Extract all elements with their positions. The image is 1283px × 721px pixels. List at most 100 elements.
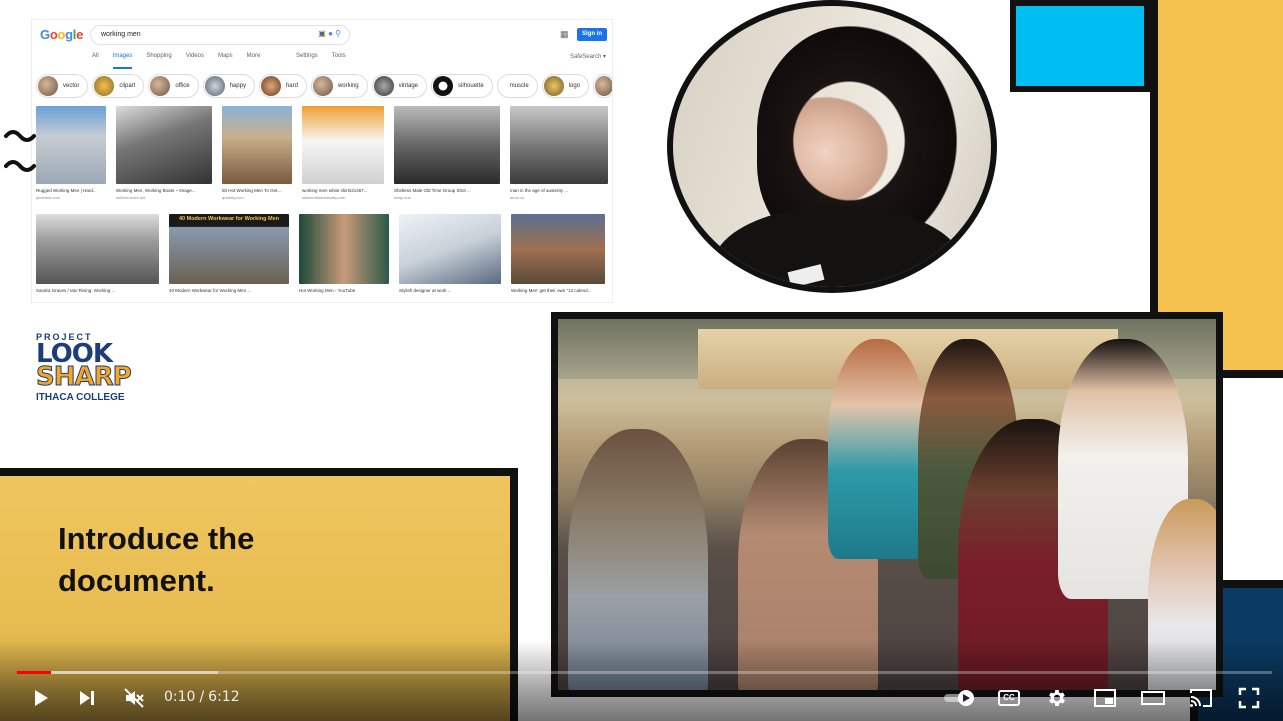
apps-grid-icon: ▦	[560, 29, 569, 39]
progress-bar[interactable]	[17, 671, 1272, 674]
settings-link: Settings	[296, 53, 318, 59]
mute-button[interactable]	[120, 684, 148, 712]
google-image-search-screenshot: Google working men ▣ ● ⚲ ▦ Sign in All I…	[32, 20, 612, 302]
next-button[interactable]	[73, 684, 101, 712]
chip-thumbnail	[312, 76, 333, 96]
chip-thumbnail	[595, 76, 612, 96]
chip: working	[310, 74, 368, 98]
miniplayer-button[interactable]	[1091, 684, 1119, 712]
result-thumbnail	[36, 106, 106, 184]
tools-link: Tools	[331, 53, 346, 59]
volume-muted-icon	[124, 688, 144, 708]
chip: clipart	[92, 74, 145, 98]
chip-thumbnail	[373, 76, 394, 96]
image-result: Working Men' get their own "12 calend...	[511, 214, 605, 293]
search-query: working men	[101, 31, 141, 38]
image-result: working men white shirts21467... kelshea…	[302, 106, 384, 200]
image-result: 50 Hot Working Men To Get... queerty.com	[222, 106, 292, 200]
slide-heading: Introduce the document.	[58, 518, 478, 602]
result-thumbnail	[116, 106, 212, 184]
presenter-video-circle	[667, 0, 997, 293]
video-frame[interactable]: Google working men ▣ ● ⚲ ▦ Sign in All I…	[0, 0, 1283, 721]
result-thumbnail: 40 Modern Workwear for Working Men	[169, 214, 289, 284]
image-result: Working Men, Working Boats ~ Image... mi…	[116, 106, 212, 200]
google-tools: Settings Tools	[296, 53, 346, 59]
sign-in-button: Sign in	[577, 28, 607, 41]
theater-mode-icon	[1141, 691, 1165, 705]
chip-thumbnail	[94, 76, 115, 96]
chip-partial	[593, 74, 612, 98]
skip-next-icon	[80, 691, 94, 705]
microphone-icon: ●	[328, 29, 333, 38]
chip-thumbnail	[543, 76, 564, 96]
tab-shopping: Shopping	[146, 53, 172, 59]
captions-button[interactable]: CC	[994, 684, 1024, 712]
project-look-sharp-logo: PROJECT LOOK SHARP ITHACA COLLEGE	[36, 332, 146, 412]
autoplay-toggle[interactable]	[940, 684, 980, 712]
chip: happy	[202, 74, 255, 98]
search-icon: ⚲	[335, 29, 341, 38]
image-results-row-1: Rugged Working Men | Hard... pinterest.c…	[36, 106, 608, 200]
chip: silhouette	[431, 74, 493, 98]
logo-college-text: ITHACA COLLEGE	[36, 392, 125, 403]
play-icon	[35, 690, 48, 706]
image-result: man in the age of austerity ... aeon.co	[510, 106, 608, 200]
miniplayer-icon	[1094, 689, 1116, 707]
fullscreen-icon	[1238, 687, 1260, 709]
student-redhead	[828, 339, 928, 559]
chip: muscle	[496, 74, 538, 98]
google-search-box: working men ▣ ● ⚲	[90, 25, 350, 45]
cast-icon	[1190, 689, 1212, 707]
chip-thumbnail	[38, 76, 58, 96]
progress-played	[17, 671, 51, 674]
heading-line-1: Introduce the	[58, 521, 255, 556]
result-thumbnail	[302, 106, 384, 184]
thumbnail-banner-text: 40 Modern Workwear for Working Men	[178, 216, 280, 222]
chip: vintage	[371, 74, 428, 98]
chip: hard	[258, 74, 307, 98]
chip: logo	[541, 74, 590, 98]
time-display: 0:10/6:12	[164, 689, 240, 705]
chip-thumbnail	[433, 76, 454, 96]
google-logo: Google	[40, 27, 84, 42]
tab-all: All	[92, 53, 99, 59]
play-button[interactable]	[26, 684, 54, 712]
cyan-block	[1010, 0, 1150, 92]
autoplay-icon	[944, 690, 974, 706]
google-header: Google working men ▣ ● ⚲ ▦ Sign in	[32, 20, 612, 50]
tab-images: Images	[112, 53, 133, 69]
duration: 6:12	[208, 689, 240, 705]
image-result: Rugged Working Men | Hard... pinterest.c…	[36, 106, 106, 200]
image-result: Stylish designer at work ...	[399, 214, 501, 293]
image-result: Sandra Graves / Iato Rising: Working ...	[36, 214, 159, 293]
tab-maps: Maps	[217, 53, 233, 59]
fullscreen-button[interactable]	[1235, 684, 1263, 712]
time-separator: /	[199, 689, 205, 705]
cast-button[interactable]	[1187, 684, 1215, 712]
logo-sharp-text: SHARP	[36, 362, 133, 392]
chip-thumbnail	[204, 76, 225, 96]
current-time: 0:10	[164, 689, 196, 705]
result-thumbnail	[222, 106, 292, 184]
gear-icon	[1049, 690, 1065, 706]
chip: vector	[36, 74, 89, 98]
tab-videos: Videos	[185, 53, 204, 59]
result-thumbnail	[299, 214, 389, 284]
settings-button[interactable]	[1043, 684, 1071, 712]
image-result: Hot Working Men - YouTube	[299, 214, 389, 293]
image-result: Shirtless Male Old Time Group Shot ... e…	[394, 106, 500, 200]
safesearch-toggle: SafeSearch ▾	[569, 54, 606, 60]
result-thumbnail	[399, 214, 501, 284]
result-thumbnail	[511, 214, 605, 284]
result-thumbnail	[394, 106, 500, 184]
tab-more: More	[246, 53, 261, 59]
theater-mode-button[interactable]	[1139, 684, 1167, 712]
camera-icon: ▣	[318, 29, 326, 38]
result-thumbnail	[510, 106, 608, 184]
result-thumbnail	[36, 214, 159, 284]
cc-icon: CC	[998, 690, 1020, 706]
chip-thumbnail	[260, 76, 281, 96]
image-results-row-2: Sandra Graves / Iato Rising: Working ...…	[36, 214, 605, 293]
image-result: 40 Modern Workwear for Working Men 40 Mo…	[169, 214, 289, 293]
heading-line-2: document.	[58, 563, 215, 598]
